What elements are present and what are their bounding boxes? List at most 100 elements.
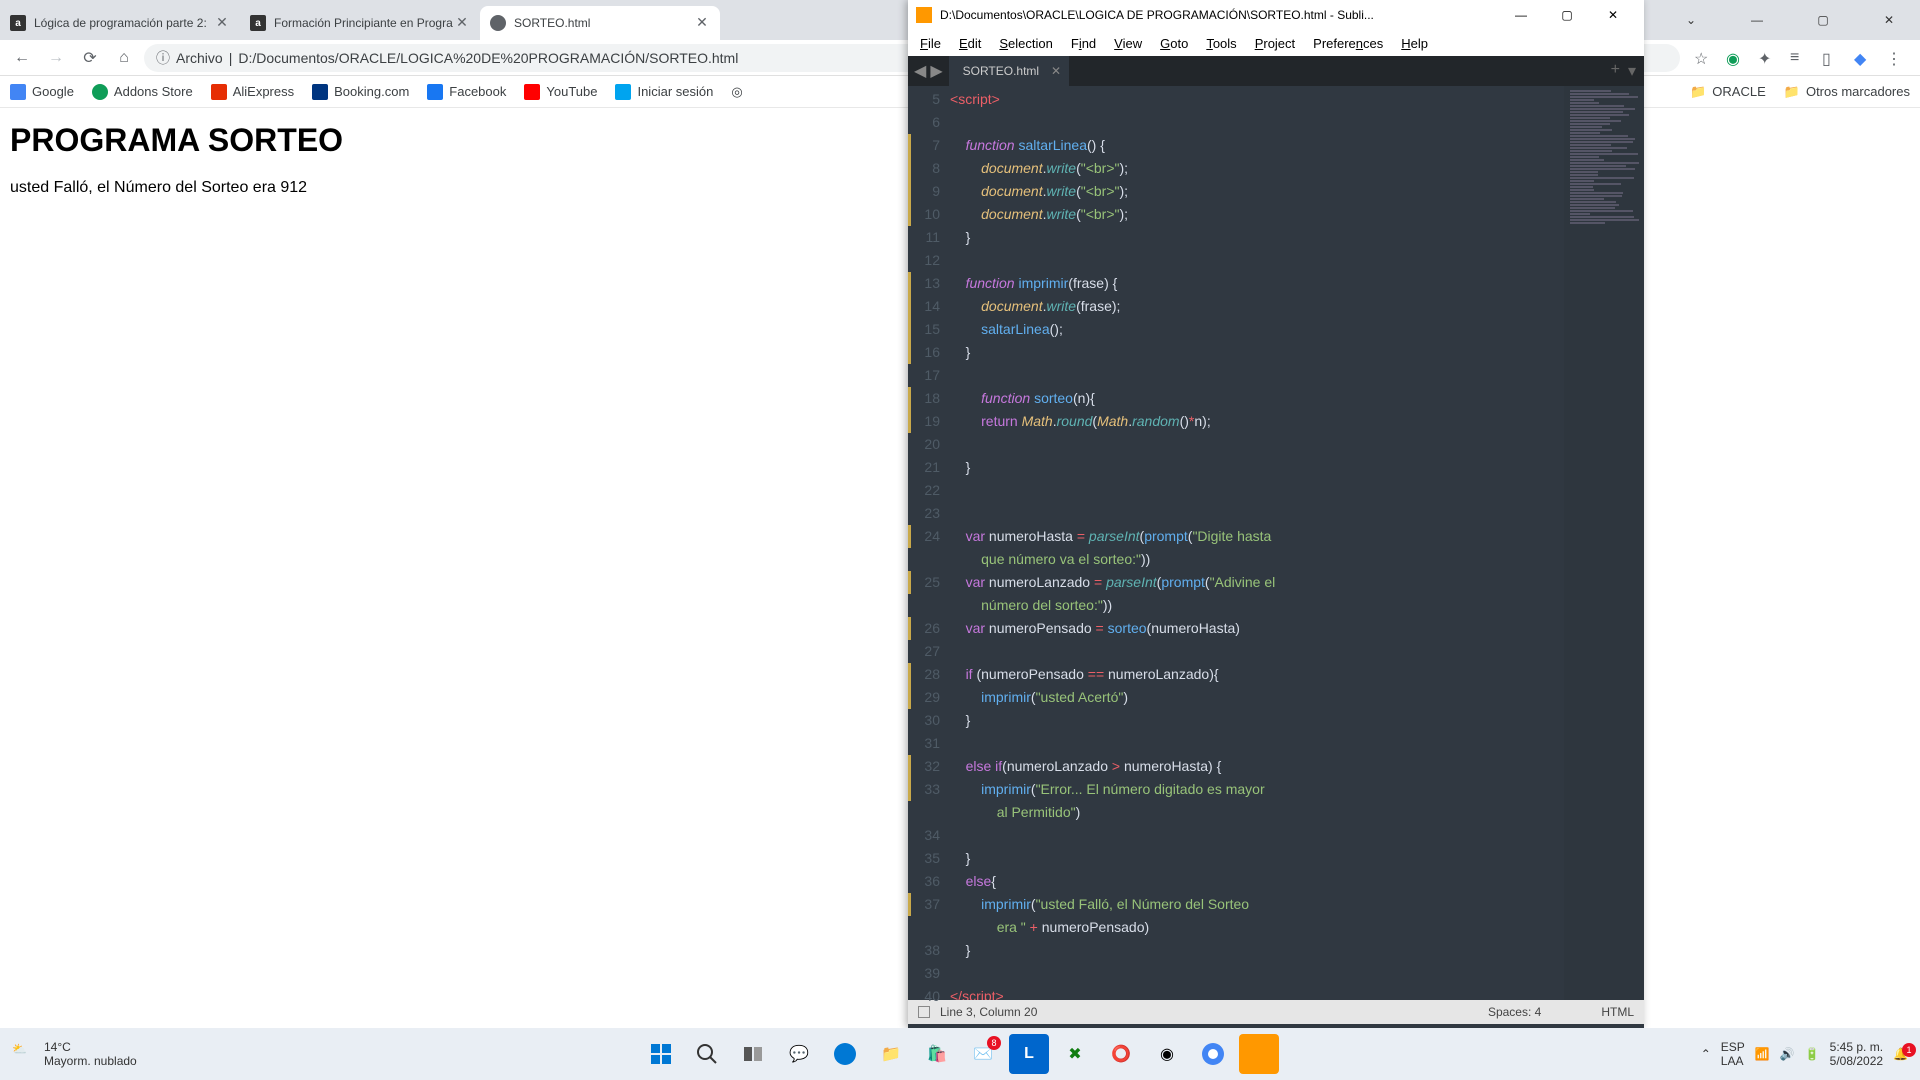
explorer-icon[interactable]: 📁 — [871, 1034, 911, 1074]
weather-desc: Mayorm. nublado — [44, 1054, 137, 1068]
tab-close-icon[interactable]: ✕ — [1051, 64, 1061, 78]
tab-prev-icon[interactable]: ◀ — [914, 61, 926, 81]
editor-tab[interactable]: SORTEO.html ✕ — [949, 56, 1069, 86]
menu-selection[interactable]: Selection — [991, 34, 1060, 53]
chrome-tab-0[interactable]: a Lógica de programación parte 2: ✕ — [0, 6, 240, 40]
reading-list-icon[interactable]: ≡ — [1790, 49, 1808, 67]
line-gutter: 5678910111213141516171819202122232425262… — [908, 86, 950, 1000]
sublime-tabbar: ◀ ▶ SORTEO.html ✕ + ▾ — [908, 56, 1644, 86]
menu-goto[interactable]: Goto — [1152, 34, 1196, 53]
chat-button[interactable]: 💬 — [779, 1034, 819, 1074]
puzzle-icon[interactable]: ✦ — [1758, 49, 1776, 67]
minimize-button[interactable]: — — [1498, 0, 1544, 30]
clock[interactable]: 5:45 p. m. 5/08/2022 — [1830, 1040, 1883, 1068]
menu-icon[interactable]: ⋮ — [1886, 49, 1904, 67]
volume-icon[interactable]: 🔊 — [1780, 1047, 1795, 1061]
menu-help[interactable]: Help — [1393, 34, 1436, 53]
menu-find[interactable]: Find — [1063, 34, 1104, 53]
maximize-button[interactable]: ▢ — [1800, 4, 1846, 36]
bookmark-label: Iniciar sesión — [637, 84, 713, 99]
bookmark-label: Addons Store — [114, 84, 193, 99]
chrome-icon[interactable] — [1193, 1034, 1233, 1074]
chevron-down-icon[interactable]: ⌄ — [1668, 4, 1714, 36]
app-icon-c[interactable]: ◉ — [1147, 1034, 1187, 1074]
bookmark-folder-other[interactable]: 📁Otros marcadores — [1784, 84, 1910, 100]
star-icon[interactable]: ☆ — [1694, 49, 1712, 67]
editor-area[interactable]: 5678910111213141516171819202122232425262… — [908, 86, 1644, 1000]
address-sep: | — [229, 50, 233, 66]
syntax-mode[interactable]: HTML — [1601, 1005, 1634, 1019]
back-button[interactable]: ← — [8, 44, 36, 72]
bookmark-youtube[interactable]: YouTube — [524, 84, 597, 100]
address-url: D:/Documentos/ORACLE/LOGICA%20DE%20PROGR… — [238, 50, 738, 66]
chrome-tab-2[interactable]: SORTEO.html ✕ — [480, 6, 720, 40]
menu-view[interactable]: View — [1106, 34, 1150, 53]
reload-button[interactable]: ⟳ — [76, 44, 104, 72]
edge-icon[interactable] — [825, 1034, 865, 1074]
bookmark-folder-oracle[interactable]: 📁ORACLE — [1690, 84, 1766, 100]
bookmark-aliexpress[interactable]: AliExpress — [211, 84, 294, 100]
code-area[interactable]: <script> function saltarLinea() { docume… — [950, 86, 1564, 1000]
bookmark-label: Booking.com — [334, 84, 409, 99]
search-button[interactable] — [687, 1034, 727, 1074]
menu-edit[interactable]: Edit — [951, 34, 989, 53]
sublime-window: D:\Documentos\ORACLE\LOGICA DE PROGRAMAC… — [908, 0, 1644, 1028]
taskbar-weather[interactable]: ⛅ 14°C Mayorm. nublado — [12, 1040, 137, 1068]
tray-chevron-icon[interactable]: ⌃ — [1701, 1047, 1711, 1061]
app-icon-l[interactable]: L — [1009, 1034, 1049, 1074]
sublime-titlebar[interactable]: D:\Documentos\ORACLE\LOGICA DE PROGRAMAC… — [908, 0, 1644, 30]
bookmark-login[interactable]: Iniciar sesión — [615, 84, 713, 100]
tab-favicon: a — [10, 15, 26, 31]
menu-project[interactable]: Project — [1247, 34, 1303, 53]
indent-setting[interactable]: Spaces: 4 — [1488, 1005, 1541, 1019]
wifi-icon[interactable]: 📶 — [1755, 1047, 1770, 1061]
tab-close-icon[interactable]: ✕ — [694, 15, 710, 31]
bookmark-icon — [92, 84, 108, 100]
tab-next-icon[interactable]: ▶ — [930, 61, 942, 81]
bookmark-addons[interactable]: Addons Store — [92, 84, 193, 100]
side-panel-icon[interactable]: ▯ — [1822, 49, 1840, 67]
menu-tools[interactable]: Tools — [1198, 34, 1244, 53]
maximize-button[interactable]: ▢ — [1544, 0, 1590, 30]
minimap[interactable] — [1564, 86, 1644, 1000]
tab-dropdown-icon[interactable]: ▾ — [1628, 61, 1636, 81]
bookmark-facebook[interactable]: Facebook — [427, 84, 506, 100]
tab-nav: ◀ ▶ — [908, 61, 949, 81]
tab-close-icon[interactable]: ✕ — [214, 15, 230, 31]
bookmark-label: Google — [32, 84, 74, 99]
start-button[interactable] — [641, 1034, 681, 1074]
xbox-icon[interactable]: ✖ — [1055, 1034, 1095, 1074]
time: 5:45 p. m. — [1830, 1040, 1883, 1054]
menu-preferences[interactable]: Preferences — [1305, 34, 1391, 53]
sublime-taskbar-icon[interactable] — [1239, 1034, 1279, 1074]
close-button[interactable]: ✕ — [1590, 0, 1636, 30]
mail-icon[interactable]: ✉️8 — [963, 1034, 1003, 1074]
close-button[interactable]: ✕ — [1866, 4, 1912, 36]
bookmark-booking[interactable]: Booking.com — [312, 84, 409, 100]
tab-close-icon[interactable]: ✕ — [454, 15, 470, 31]
bookmark-more[interactable]: ◎ — [731, 84, 742, 100]
chrome-tab-1[interactable]: a Formación Principiante en Progra ✕ — [240, 6, 480, 40]
menu-file[interactable]: File — [912, 34, 949, 53]
minimize-button[interactable]: — — [1734, 4, 1780, 36]
opera-icon[interactable]: ⭕ — [1101, 1034, 1141, 1074]
bookmark-label: ORACLE — [1712, 84, 1765, 99]
bookmark-google[interactable]: Google — [10, 84, 74, 100]
taskview-button[interactable] — [733, 1034, 773, 1074]
bookmark-label: Facebook — [449, 84, 506, 99]
shield-icon[interactable]: ◉ — [1726, 49, 1744, 67]
language-indicator[interactable]: ESP LAA — [1721, 1040, 1745, 1068]
folder-icon: 📁 — [1784, 84, 1800, 100]
home-button[interactable]: ⌂ — [110, 44, 138, 72]
extension-icons: ☆ ◉ ✦ ≡ ▯ ◆ ⋮ — [1686, 49, 1912, 67]
mail-badge: 8 — [987, 1036, 1001, 1050]
forward-button[interactable]: → — [42, 44, 70, 72]
notifications-icon[interactable]: 🔔1 — [1893, 1047, 1908, 1061]
profile-icon[interactable]: ◆ — [1854, 49, 1872, 67]
bookmark-icon — [211, 84, 227, 100]
bookmark-icon — [524, 84, 540, 100]
store-icon[interactable]: 🛍️ — [917, 1034, 957, 1074]
battery-icon[interactable]: 🔋 — [1805, 1047, 1820, 1061]
address-prefix: Archivo — [176, 50, 223, 66]
new-tab-icon[interactable]: + — [1611, 61, 1620, 81]
